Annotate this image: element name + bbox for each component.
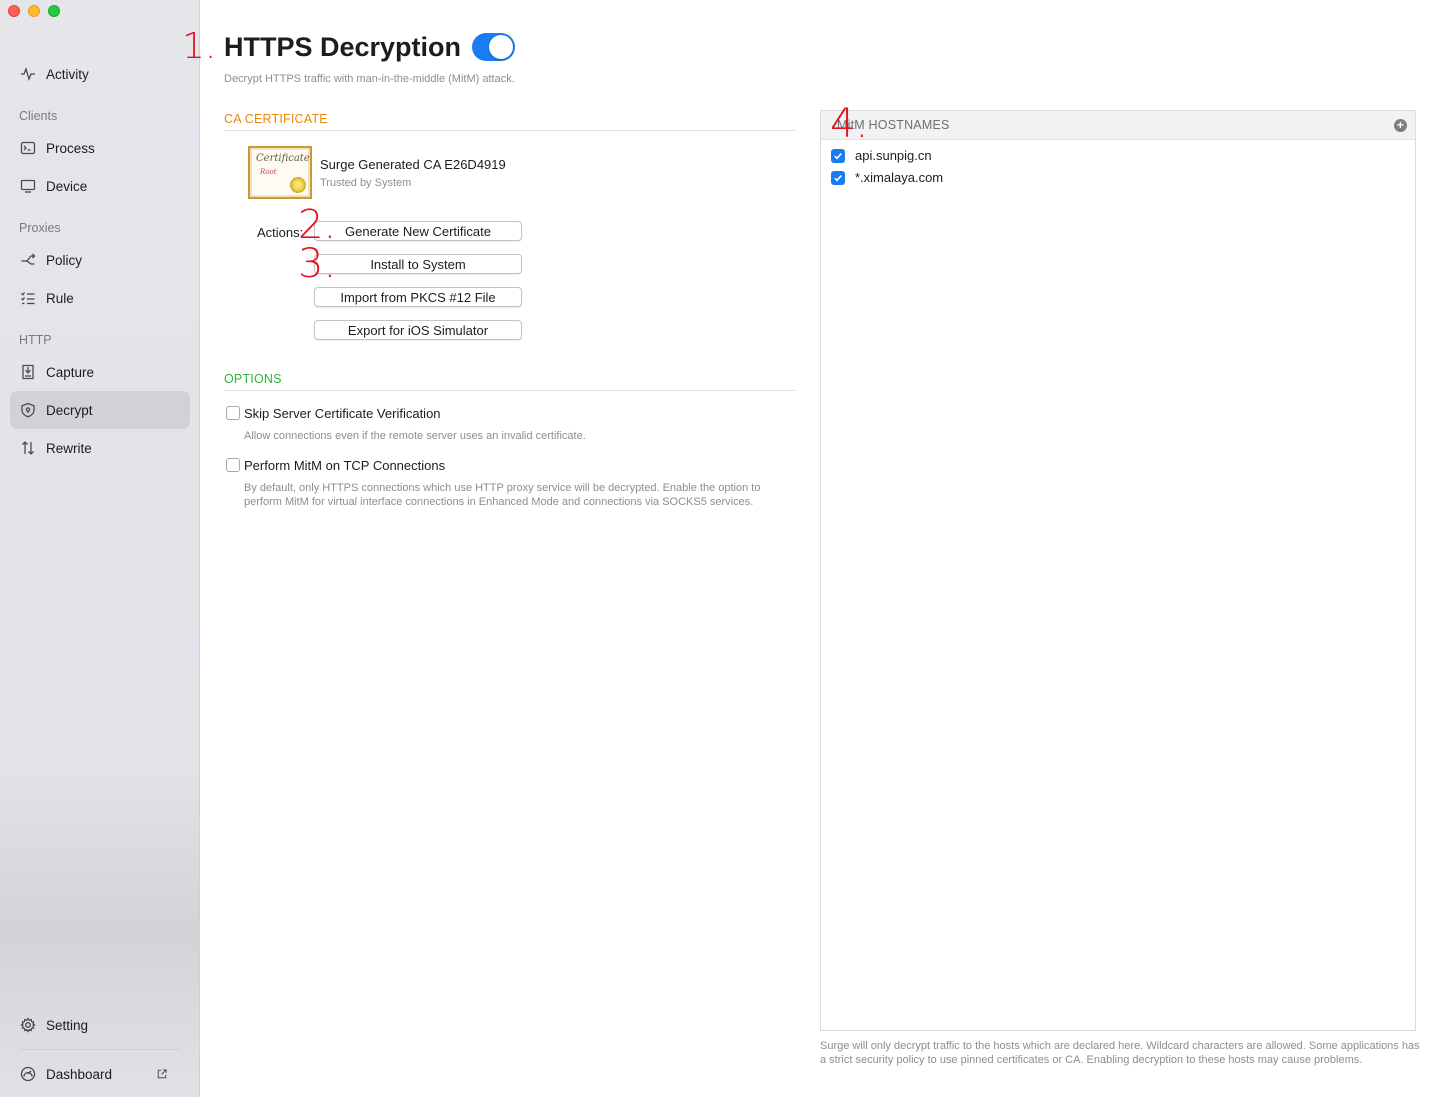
sidebar-item-decrypt[interactable]: Decrypt (10, 391, 190, 429)
hostname-text: *.ximalaya.com (855, 170, 944, 185)
certificate-icon: Certificate Root (248, 146, 312, 199)
zoom-window-button[interactable] (48, 5, 60, 17)
sidebar-item-label: Device (46, 178, 88, 194)
sidebar-section-proxies: Proxies (19, 221, 61, 235)
sidebar-item-dashboard[interactable]: Dashboard (10, 1055, 190, 1093)
sidebar-section-http: HTTP (19, 333, 52, 347)
hostname-text: api.sunpig.cn (855, 148, 932, 163)
sidebar-item-label: Rewrite (46, 440, 92, 456)
certificate-icon-subtext: Root (260, 168, 277, 176)
checklist-icon (20, 290, 36, 306)
certificate-icon-text: Certificate (256, 153, 310, 164)
actions-label: Actions: (257, 225, 304, 240)
toggle-knob (489, 35, 513, 59)
list-item[interactable]: api.sunpig.cn (831, 148, 932, 163)
sidebar-item-label: Setting (46, 1017, 89, 1033)
hostnames-header: MitM HOSTNAMES + (821, 111, 1415, 140)
branch-arrow-icon (20, 252, 36, 268)
skip-verification-checkbox[interactable] (226, 406, 240, 420)
window-controls (8, 5, 60, 17)
tcp-mitm-description: By default, only HTTPS connections which… (244, 482, 761, 508)
sidebar-item-capture[interactable]: Capture (10, 353, 190, 391)
gear-icon (20, 1017, 36, 1033)
decryption-toggle[interactable] (472, 33, 515, 61)
annotation-4: 4. (830, 101, 869, 147)
skip-verification-label: Skip Server Certificate Verification (244, 406, 441, 421)
generate-certificate-button[interactable]: Generate New Certificate (314, 221, 522, 241)
sidebar-section-clients: Clients (19, 109, 58, 123)
annotation-2: 2. (298, 202, 337, 248)
close-window-button[interactable] (8, 5, 20, 17)
sidebar-item-policy[interactable]: Policy (10, 241, 190, 279)
import-pkcs12-button[interactable]: Import from PKCS #12 File (314, 287, 522, 307)
hostname-checkbox[interactable] (831, 148, 845, 163)
skip-verification-description: Allow connections even if the remote ser… (244, 430, 586, 442)
sidebar-item-rewrite[interactable]: Rewrite (10, 429, 190, 467)
tcp-mitm-checkbox[interactable] (226, 458, 240, 472)
sidebar-item-label: Policy (46, 252, 83, 268)
checkmark-icon (834, 174, 842, 181)
terminal-icon (20, 140, 36, 156)
seal-icon (290, 177, 306, 193)
tcp-mitm-label: Perform MitM on TCP Connections (244, 458, 446, 473)
shield-icon (20, 402, 36, 418)
sidebar-item-device[interactable]: Device (10, 167, 190, 205)
add-hostname-button[interactable]: + (1394, 119, 1407, 132)
annotation-3: 3. (298, 241, 337, 287)
external-link-icon[interactable] (154, 1066, 170, 1082)
mitm-hostnames-panel: MitM HOSTNAMES + api.sunpig.cn *.ximalay… (820, 110, 1416, 1031)
sidebar-item-label: Rule (46, 290, 74, 306)
page-subtitle: Decrypt HTTPS traffic with man-in-the-mi… (224, 73, 515, 85)
sidebar-divider (19, 1049, 181, 1050)
sidebar-item-label: Dashboard (46, 1066, 113, 1082)
gauge-icon (20, 1066, 36, 1082)
swap-arrows-icon (20, 440, 36, 456)
sidebar-item-label: Decrypt (46, 402, 93, 418)
hostname-checkbox[interactable] (831, 170, 845, 185)
capture-icon (20, 364, 36, 380)
monitor-icon (20, 178, 36, 194)
sidebar-item-rule[interactable]: Rule (10, 279, 190, 317)
sidebar-item-process[interactable]: Process (10, 129, 190, 167)
export-ios-simulator-button[interactable]: Export for iOS Simulator (314, 320, 522, 340)
page-title: HTTPS Decryption (224, 32, 462, 62)
minimize-window-button[interactable] (28, 5, 40, 17)
sidebar-item-label: Capture (46, 364, 95, 380)
install-to-system-button[interactable]: Install to System (314, 254, 522, 274)
list-item[interactable]: *.ximalaya.com (831, 170, 943, 185)
sidebar-item-activity[interactable]: Activity (10, 55, 190, 93)
options-heading: OPTIONS (224, 372, 796, 391)
certificate-trust-status: Trusted by System (320, 177, 412, 189)
sidebar: Activity Clients Process Device Proxies … (0, 0, 200, 1097)
annotation-1: 1. (182, 26, 217, 67)
sidebar-item-label: Process (46, 140, 95, 156)
activity-icon (20, 66, 36, 82)
certificate-name: Surge Generated CA E26D4919 (320, 157, 506, 172)
checkmark-icon (834, 152, 842, 159)
sidebar-item-label: Activity (46, 66, 89, 82)
hostnames-footer-note: Surge will only decrypt traffic to the h… (820, 1040, 1420, 1066)
ca-certificate-heading: CA CERTIFICATE (224, 112, 796, 131)
sidebar-item-setting[interactable]: Setting (10, 1006, 190, 1044)
main-content: 1. HTTPS Decryption Decrypt HTTPS traffi… (182, 0, 1440, 1097)
